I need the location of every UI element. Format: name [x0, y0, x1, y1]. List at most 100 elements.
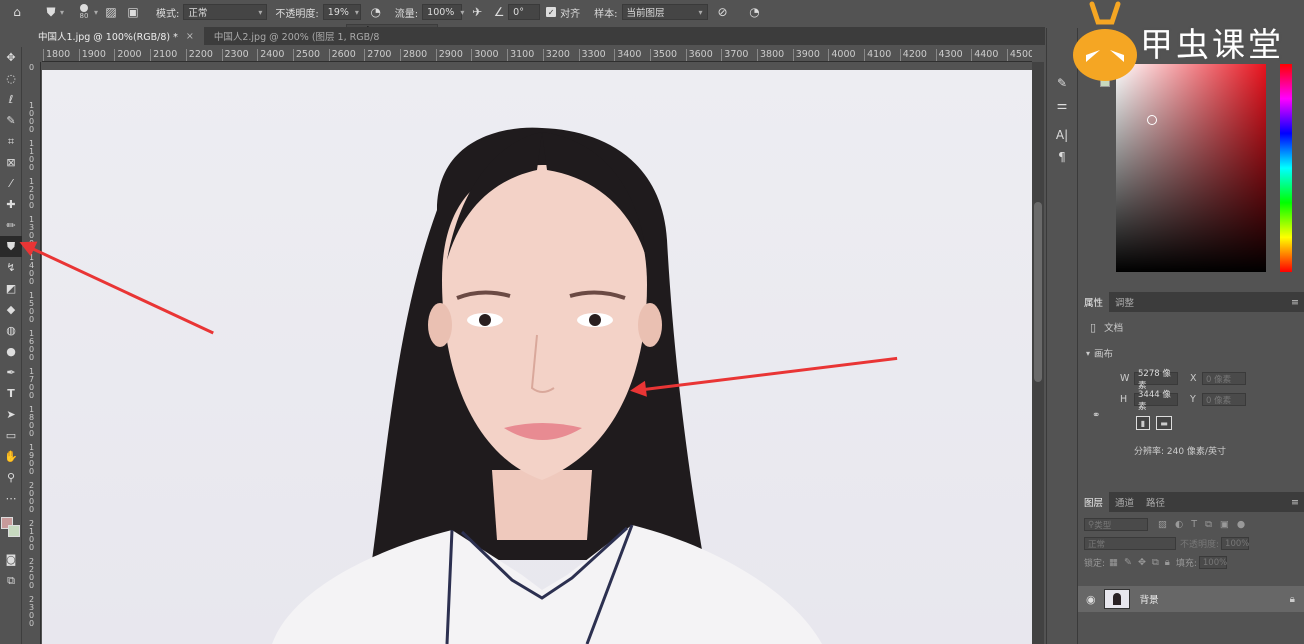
- layers-panel: 图层 通道 路径 ≡ ⚲ 类型 ▨ ◐ T ⧉ ▣ ● 正常 不透明度: 100…: [1078, 492, 1304, 644]
- tab-paths[interactable]: 路径: [1140, 492, 1171, 512]
- ruler-tick-label: 3400: [614, 49, 641, 61]
- blur-tool-icon[interactable]: ◍: [0, 320, 22, 341]
- document-canvas[interactable]: [42, 70, 1032, 644]
- ruler-tick-label: 2600: [328, 49, 356, 61]
- pen-tool-icon[interactable]: ✒: [0, 362, 22, 383]
- lock-pixels-icon[interactable]: ▦: [1109, 557, 1118, 568]
- filter-shape-icon[interactable]: ⧉: [1205, 519, 1212, 530]
- filter-toggle-icon[interactable]: ●: [1237, 519, 1245, 530]
- healing-brush-tool-icon[interactable]: ✚: [0, 194, 22, 215]
- lock-paint-icon[interactable]: ✎: [1124, 557, 1132, 568]
- scrollbar-thumb[interactable]: [1034, 202, 1042, 382]
- landscape-orientation-icon[interactable]: ▬: [1156, 416, 1172, 430]
- tab-document-1[interactable]: 中国人1.jpg @ 100%(RGB/8) * ×: [28, 27, 204, 45]
- eraser-tool-icon[interactable]: ◩: [0, 278, 22, 299]
- ruler-tick-label: 4500: [1006, 49, 1032, 61]
- blend-mode-select[interactable]: 正常: [1084, 537, 1176, 550]
- path-select-tool-icon[interactable]: ➤: [0, 404, 22, 425]
- width-input[interactable]: 5278 像素: [1134, 369, 1178, 391]
- tab-layers[interactable]: 图层: [1078, 492, 1110, 512]
- ruler-tick-label: 1100: [29, 139, 35, 172]
- canvas-section-header[interactable]: ▾ 画布: [1086, 346, 1304, 361]
- y-input[interactable]: 0 像素: [1202, 393, 1246, 406]
- adjustments-panel-icon[interactable]: ⚌: [1047, 94, 1077, 116]
- layer-row-background[interactable]: ◉ 背景 🔒︎: [1078, 586, 1304, 612]
- brush-size-preview[interactable]: 80: [74, 4, 94, 20]
- portrait-photo: [272, 127, 822, 644]
- home-icon[interactable]: ⌂: [8, 3, 26, 21]
- w-label: W: [1120, 373, 1130, 384]
- marquee-tool-icon[interactable]: ◌: [0, 68, 22, 89]
- visibility-eye-icon[interactable]: ◉: [1086, 593, 1096, 606]
- lock-move-icon[interactable]: ✥: [1138, 557, 1146, 568]
- lock-all-icon[interactable]: 🔒︎: [1165, 557, 1170, 568]
- x-input[interactable]: 0 像素: [1202, 372, 1246, 385]
- tab-document-2[interactable]: 中国人2.jpg @ 200% (图层 1, RGB/8: [204, 27, 390, 45]
- paint-bucket-tool-icon[interactable]: ◆: [0, 299, 22, 320]
- tab-properties[interactable]: 属性: [1078, 292, 1110, 312]
- character-panel-icon[interactable]: A|: [1047, 124, 1077, 146]
- align-checkbox[interactable]: ✓: [546, 7, 557, 17]
- filter-adjust-icon[interactable]: ◐: [1175, 519, 1183, 530]
- angle-input[interactable]: 0°: [508, 4, 541, 20]
- document-row: ▯ 文档: [1090, 320, 1304, 335]
- clone-stamp-preset-icon[interactable]: ⛊: [42, 3, 60, 21]
- tab-adjustments[interactable]: 调整: [1109, 292, 1140, 312]
- mode-select[interactable]: 正常 ▾: [183, 4, 268, 20]
- ruler-tick-label: 2200: [185, 49, 213, 61]
- sample-select[interactable]: 当前图层 ▾: [621, 4, 708, 20]
- ruler-tick-label: 3100: [507, 49, 534, 61]
- airbrush-icon[interactable]: ✈: [468, 3, 486, 21]
- angle-value: 0°: [513, 6, 524, 18]
- flow-input[interactable]: 100% ▾: [422, 4, 464, 20]
- hue-slider[interactable]: [1280, 64, 1292, 272]
- height-input[interactable]: 3444 像素: [1134, 390, 1178, 412]
- fill-input[interactable]: 100%: [1198, 556, 1227, 569]
- frame-tool-icon[interactable]: ⊠: [0, 152, 22, 173]
- quick-mask-icon[interactable]: ◙: [0, 549, 22, 570]
- panel-menu-icon[interactable]: ≡: [1291, 297, 1299, 308]
- lasso-tool-icon[interactable]: ℓ: [0, 89, 22, 110]
- background-color-swatch[interactable]: [8, 525, 20, 537]
- quick-select-tool-icon[interactable]: ✎: [0, 110, 22, 131]
- dodge-tool-icon[interactable]: ●: [0, 341, 22, 362]
- preset-chevron-icon[interactable]: ▾: [60, 8, 64, 17]
- zoom-tool-icon[interactable]: ⚲: [0, 467, 22, 488]
- ignore-adjustment-icon[interactable]: ⊘: [714, 3, 732, 21]
- color-picker-field[interactable]: [1116, 64, 1266, 272]
- eyedropper-tool-icon[interactable]: ⁄: [0, 173, 22, 194]
- tab-channels[interactable]: 通道: [1109, 492, 1140, 512]
- history-brush-tool-icon[interactable]: ↯: [0, 257, 22, 278]
- filter-smart-icon[interactable]: ▣: [1220, 519, 1229, 530]
- mode-label: 模式:: [156, 8, 180, 20]
- portrait-orientation-icon[interactable]: ▮: [1136, 416, 1150, 430]
- brush-tool-icon[interactable]: ✏: [0, 215, 22, 236]
- vertical-scrollbar[interactable]: [1032, 62, 1044, 644]
- screen-mode-icon[interactable]: ⧉: [0, 570, 22, 591]
- layer-kind-select[interactable]: ⚲ 类型: [1084, 518, 1148, 531]
- rectangle-tool-icon[interactable]: ▭: [0, 425, 22, 446]
- opacity-input[interactable]: 19% ▾: [322, 4, 361, 20]
- type-tool-icon[interactable]: T: [0, 383, 22, 404]
- move-tool-icon[interactable]: ✥: [0, 47, 22, 68]
- paragraph-panel-icon[interactable]: ¶: [1047, 146, 1077, 168]
- close-icon[interactable]: ×: [186, 31, 194, 42]
- panel-menu-icon[interactable]: ≡: [1291, 497, 1299, 508]
- properties-panel: 属性 调整 ≡ ▯ 文档 ▾ 画布 W 5278 像素 X 0 像素 ⚭ H 3…: [1078, 292, 1304, 488]
- pressure-size-icon[interactable]: ◔: [746, 3, 764, 21]
- crop-tool-icon[interactable]: ⌗: [0, 131, 22, 152]
- more-tools-icon[interactable]: ⋯: [0, 488, 22, 509]
- brush-chevron-icon[interactable]: ▾: [94, 8, 98, 17]
- canvas-section-label: 画布: [1094, 349, 1114, 360]
- pressure-opacity-icon[interactable]: ◔: [367, 3, 385, 21]
- lock-artboard-icon[interactable]: ⧉: [1152, 557, 1159, 568]
- h-label: H: [1120, 394, 1128, 405]
- layer-opacity-input[interactable]: 100%: [1221, 537, 1249, 550]
- brush-settings-icon[interactable]: ▨: [102, 3, 120, 21]
- link-icon[interactable]: ⚭: [1092, 410, 1100, 421]
- hand-tool-icon[interactable]: ✋: [0, 446, 22, 467]
- filter-type-icon[interactable]: T: [1191, 519, 1197, 530]
- color-picker-cursor[interactable]: [1147, 115, 1157, 125]
- clone-source-icon[interactable]: ▣: [124, 3, 142, 21]
- filter-pixel-icon[interactable]: ▨: [1158, 519, 1167, 530]
